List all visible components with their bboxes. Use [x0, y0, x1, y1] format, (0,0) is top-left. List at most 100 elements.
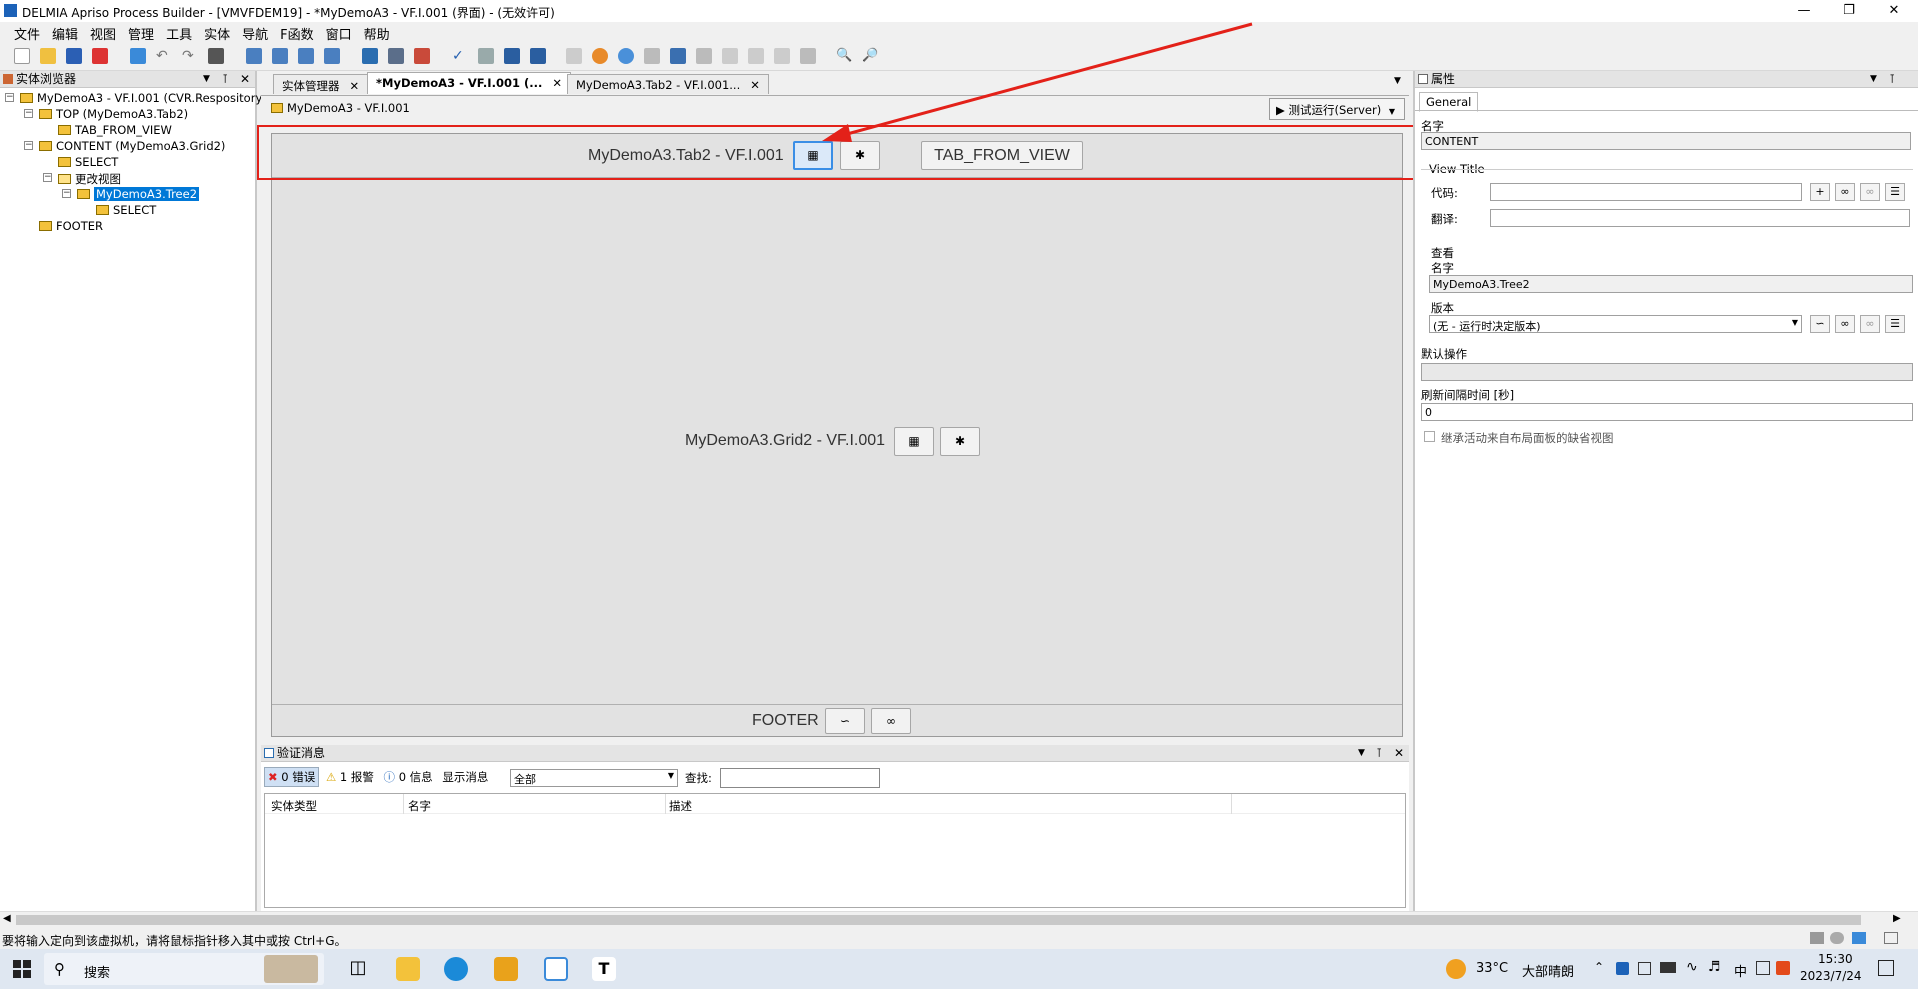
panel-close-icon[interactable]: ✕ — [1394, 745, 1404, 761]
unlink-version-button[interactable]: ∞ — [1860, 315, 1880, 333]
tree-item-tree2[interactable]: MyDemoA3.Tree2 — [77, 187, 200, 201]
menu-navigate[interactable]: 导航 — [236, 22, 274, 45]
typora-icon[interactable]: T — [592, 957, 616, 981]
tab-close-icon[interactable]: ✕ — [552, 76, 562, 90]
default-operation-field[interactable] — [1421, 363, 1913, 381]
process-builder-icon[interactable] — [494, 957, 518, 981]
menu-entity[interactable]: 实体 — [198, 22, 236, 45]
vm-message-icon[interactable] — [1884, 932, 1898, 944]
view-name-field[interactable]: MyDemoA3.Tree2 — [1429, 275, 1913, 293]
layout-icon[interactable] — [272, 48, 288, 64]
battery-icon[interactable] — [1660, 962, 1676, 973]
bluetooth-icon[interactable] — [1616, 962, 1629, 975]
translate-field[interactable] — [1490, 209, 1910, 227]
preview-icon[interactable] — [530, 48, 546, 64]
tab-general[interactable]: General — [1419, 92, 1479, 112]
footer-zone[interactable]: FOOTER ∽ ∞ — [272, 705, 1402, 737]
screen-icon[interactable] — [298, 48, 314, 64]
close-button[interactable]: ✕ — [1880, 2, 1908, 20]
vm-network-icon[interactable] — [1852, 932, 1866, 944]
weather-temp[interactable]: 33°C — [1476, 961, 1508, 976]
deploy-icon[interactable] — [414, 48, 430, 64]
volume-icon[interactable]: ♬ — [1708, 959, 1721, 975]
tab-entity-manager[interactable]: 实体管理器 ✕ — [273, 74, 369, 94]
errors-toggle[interactable]: ✖ 0 错误 — [264, 767, 320, 787]
content-zone[interactable]: MyDemoA3.Grid2 - VF.I.001 ▦ ✱ — [272, 178, 1402, 705]
save-icon[interactable] — [66, 48, 82, 64]
wifi-icon[interactable]: ∿ — [1686, 959, 1698, 975]
new-icon[interactable] — [14, 48, 30, 64]
menu-file[interactable]: 文件 — [8, 22, 46, 45]
code-field[interactable] — [1490, 183, 1802, 201]
link-translation-button[interactable]: ∞ — [1835, 183, 1855, 201]
menu-help[interactable]: 帮助 — [358, 22, 396, 45]
menu-function[interactable]: F函数 — [274, 22, 319, 45]
unlink-translation-button[interactable]: ∞ — [1860, 183, 1880, 201]
redo-icon[interactable]: ↷ — [182, 48, 198, 64]
scroll-left-icon[interactable]: ◀ — [3, 913, 11, 924]
scroll-right-icon[interactable]: ▶ — [1893, 913, 1901, 924]
tool-a-icon[interactable] — [566, 48, 582, 64]
tree-item-root[interactable]: MyDemoA3 - VF.I.001 (CVR.Respository_ — [20, 91, 268, 105]
tree-item-footer[interactable]: FOOTER — [39, 219, 103, 233]
tray-app-icon[interactable] — [1638, 962, 1651, 975]
tool-c-icon[interactable] — [618, 48, 634, 64]
zoom-in-icon[interactable]: 🔍 — [836, 48, 852, 64]
tree-item-select-2[interactable]: SELECT — [96, 203, 156, 217]
list-translation-button[interactable]: ☰ — [1885, 183, 1905, 201]
add-translation-button[interactable]: + — [1810, 183, 1830, 201]
pin-icon[interactable]: ⊺ — [1376, 745, 1382, 761]
server-icon[interactable] — [388, 48, 404, 64]
tree-item-change-view[interactable]: 更改视图 — [58, 171, 121, 187]
vm-device-icon[interactable] — [1810, 932, 1824, 944]
tool-g-icon[interactable] — [722, 48, 738, 64]
binoculars-icon[interactable] — [208, 48, 224, 64]
tool-j-icon[interactable] — [800, 48, 816, 64]
tool-d-icon[interactable] — [644, 48, 660, 64]
file-explorer-icon[interactable] — [396, 957, 420, 981]
menu-edit[interactable]: 编辑 — [46, 22, 84, 45]
col-description[interactable]: 描述 — [669, 798, 692, 814]
ime-indicator[interactable]: 中 — [1734, 961, 1747, 980]
edge-browser-icon[interactable] — [444, 957, 468, 981]
panel-dropdown-icon[interactable]: ▼ — [1358, 745, 1365, 761]
tree-item-top[interactable]: TOP (MyDemoA3.Tab2) — [39, 107, 188, 121]
collapse-tree2-icon[interactable]: − — [62, 189, 71, 198]
col-name[interactable]: 名字 — [408, 798, 431, 814]
restore-button[interactable]: ❐ — [1835, 2, 1863, 20]
open-folder-icon[interactable] — [40, 48, 56, 64]
tool-e-icon[interactable] — [670, 48, 686, 64]
collapse-change-view-icon[interactable]: − — [43, 173, 52, 182]
add-version-button[interactable]: ∽ — [1810, 315, 1830, 333]
form-icon[interactable] — [246, 48, 262, 64]
list-version-button[interactable]: ☰ — [1885, 315, 1905, 333]
undo-icon[interactable]: ↶ — [156, 48, 172, 64]
connect-app-icon[interactable] — [544, 957, 568, 981]
test-run-button[interactable]: ▶ 测试运行(Server) ▼ — [1269, 98, 1405, 120]
clock-date[interactable]: 2023/7/24 — [1800, 969, 1862, 983]
vm-disk-icon[interactable] — [1830, 932, 1844, 944]
weather-icon[interactable] — [1446, 959, 1466, 979]
check-icon[interactable]: ✓ — [452, 48, 468, 64]
package-icon[interactable] — [478, 48, 494, 64]
menu-view[interactable]: 视图 — [84, 22, 122, 45]
tab-close-icon[interactable]: ✕ — [750, 78, 760, 92]
col-entity-type[interactable]: 实体类型 — [271, 798, 317, 814]
panel-dropdown-icon[interactable]: ▼ — [203, 71, 210, 87]
sogou-icon[interactable] — [1776, 961, 1790, 975]
task-view-icon[interactable]: ◫ — [346, 957, 370, 981]
grid-icon[interactable] — [324, 48, 340, 64]
panel-dropdown-icon[interactable]: ▼ — [1870, 71, 1877, 87]
minimize-button[interactable]: — — [1790, 2, 1818, 20]
tool-f-icon[interactable] — [696, 48, 712, 64]
tag-button[interactable]: ✱ — [940, 427, 980, 456]
clock-time[interactable]: 15:30 — [1818, 952, 1853, 966]
zoom-out-icon[interactable]: 🔎 — [862, 48, 878, 64]
keyboard-icon[interactable] — [1756, 961, 1770, 975]
search-input[interactable] — [720, 768, 880, 788]
notification-icon[interactable] — [1878, 960, 1894, 976]
version-select[interactable]: (无 - 运行时决定版本) ▼ — [1429, 315, 1802, 333]
panel-close-icon[interactable]: ✕ — [240, 71, 250, 87]
menu-manage[interactable]: 管理 — [122, 22, 160, 45]
tab-close-icon[interactable]: ✕ — [350, 79, 360, 93]
